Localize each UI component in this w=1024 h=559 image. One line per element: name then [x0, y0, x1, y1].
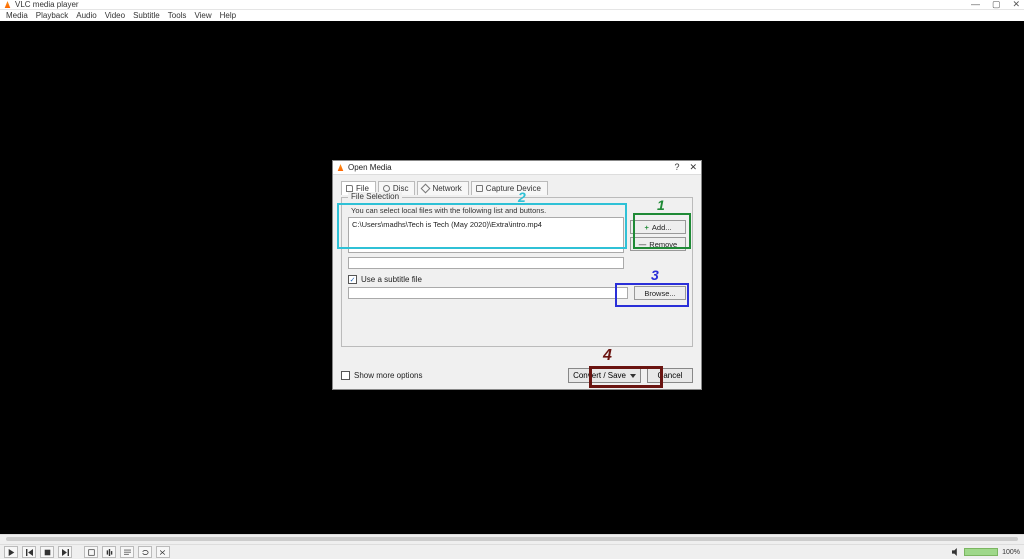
- menu-tools[interactable]: Tools: [168, 11, 187, 20]
- open-media-dialog: Open Media ? ✕ File Disc Network Capture…: [332, 160, 702, 390]
- cancel-label: Cancel: [658, 371, 683, 380]
- subtitle-checkbox-label: Use a subtitle file: [361, 275, 422, 284]
- seek-bar[interactable]: [0, 534, 1024, 544]
- annotation-number-4: 4: [603, 347, 612, 365]
- tab-network[interactable]: Network: [417, 181, 468, 195]
- shuffle-button[interactable]: [156, 546, 170, 558]
- loop-button[interactable]: [138, 546, 152, 558]
- add-button[interactable]: + Add...: [630, 220, 686, 234]
- menu-media[interactable]: Media: [6, 11, 28, 20]
- seek-track[interactable]: [6, 537, 1018, 541]
- stop-icon: [44, 549, 51, 556]
- main-titlebar: VLC media player — ▢ ✕: [0, 0, 1024, 10]
- volume-label: 100%: [1002, 549, 1020, 556]
- window-minimize-button[interactable]: —: [971, 0, 980, 10]
- remove-button-label: Remove: [649, 240, 677, 249]
- menu-video[interactable]: Video: [105, 11, 125, 20]
- menu-playback[interactable]: Playback: [36, 11, 68, 20]
- play-button[interactable]: [4, 546, 18, 558]
- shuffle-icon: [160, 549, 167, 556]
- next-button[interactable]: [58, 546, 72, 558]
- tab-network-label: Network: [432, 184, 461, 193]
- show-more-label: Show more options: [354, 371, 422, 380]
- capture-icon: [476, 185, 483, 192]
- vlc-cone-icon: [4, 1, 11, 8]
- prev-button[interactable]: [22, 546, 36, 558]
- file-list[interactable]: C:\Users\madhs\Tech is Tech (May 2020)\E…: [348, 217, 624, 253]
- fullscreen-button[interactable]: [84, 546, 98, 558]
- loop-icon: [142, 549, 149, 556]
- dialog-title: Open Media: [348, 163, 392, 172]
- file-selection-hint: You can select local files with the foll…: [348, 204, 624, 217]
- control-bar: 100%: [0, 544, 1024, 559]
- dialog-close-button[interactable]: ✕: [689, 162, 697, 173]
- plus-icon: +: [645, 223, 649, 232]
- browse-button[interactable]: Browse...: [634, 286, 686, 300]
- convert-save-label: Convert / Save: [573, 371, 626, 380]
- file-icon: [346, 185, 353, 192]
- window-close-button[interactable]: ✕: [1012, 0, 1020, 10]
- skip-next-icon: [62, 549, 69, 556]
- skip-previous-icon: [26, 549, 33, 556]
- playlist-button[interactable]: [120, 546, 134, 558]
- menu-subtitle[interactable]: Subtitle: [133, 11, 160, 20]
- stop-button[interactable]: [40, 546, 54, 558]
- extended-settings-button[interactable]: [102, 546, 116, 558]
- file-selection-legend: File Selection: [348, 192, 402, 201]
- play-icon: [8, 549, 15, 556]
- equalizer-icon: [106, 549, 113, 556]
- window-maximize-button[interactable]: ▢: [992, 0, 1001, 10]
- network-icon: [421, 184, 431, 194]
- disc-icon: [383, 185, 390, 192]
- chevron-down-icon: [630, 374, 636, 378]
- menu-view[interactable]: View: [194, 11, 211, 20]
- menu-audio[interactable]: Audio: [76, 11, 96, 20]
- cancel-button[interactable]: Cancel: [647, 368, 693, 383]
- dialog-titlebar: Open Media ? ✕: [333, 161, 701, 175]
- main-menubar: Media Playback Audio Video Subtitle Tool…: [0, 10, 1024, 21]
- volume-slider[interactable]: [964, 548, 998, 556]
- vlc-cone-icon: [337, 164, 344, 171]
- dialog-help-button[interactable]: ?: [674, 162, 679, 173]
- file-list-item[interactable]: C:\Users\madhs\Tech is Tech (May 2020)\E…: [352, 220, 620, 229]
- subtitle-path-input[interactable]: [348, 287, 628, 299]
- minus-icon: —: [639, 240, 647, 249]
- menu-help[interactable]: Help: [220, 11, 236, 20]
- speaker-icon: [952, 548, 960, 556]
- convert-save-button[interactable]: Convert / Save: [568, 368, 641, 383]
- browse-button-label: Browse...: [644, 289, 675, 298]
- tab-capture[interactable]: Capture Device: [471, 181, 548, 195]
- subtitle-checkbox[interactable]: ✓: [348, 275, 357, 284]
- remove-button[interactable]: — Remove: [630, 237, 686, 251]
- fullscreen-icon: [88, 549, 95, 556]
- show-more-checkbox[interactable]: ✓: [341, 371, 350, 380]
- add-button-label: Add...: [652, 223, 672, 232]
- playlist-icon: [124, 549, 131, 556]
- file-selection-group: File Selection You can select local file…: [341, 197, 693, 347]
- file-extra-input[interactable]: [348, 257, 624, 269]
- tab-capture-label: Capture Device: [486, 184, 541, 193]
- window-title: VLC media player: [15, 0, 79, 9]
